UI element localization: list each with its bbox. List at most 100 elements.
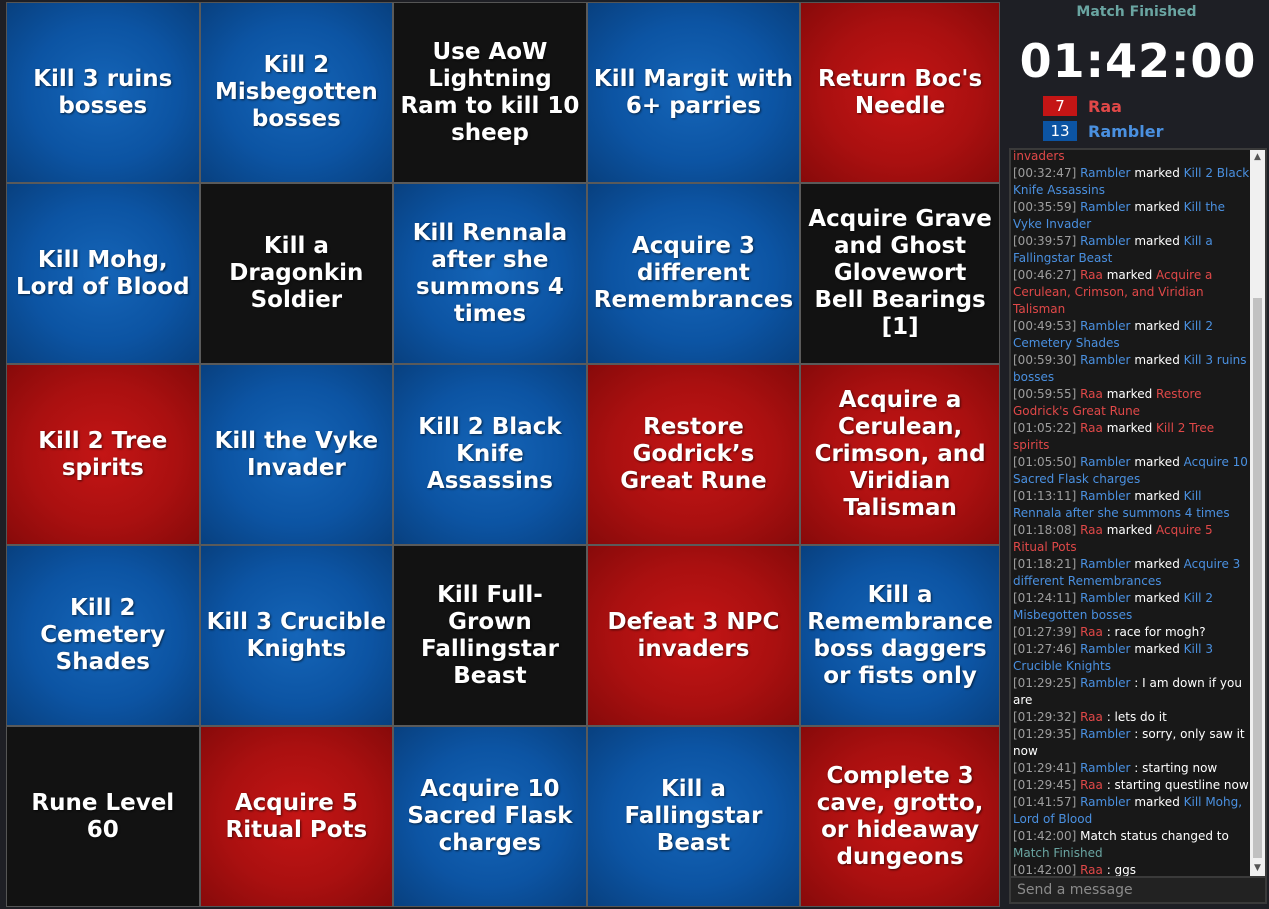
chat-player-name: Rambler	[1080, 642, 1131, 656]
bingo-cell[interactable]: Rune Level 60	[7, 727, 199, 906]
chat-action: marked	[1134, 557, 1180, 571]
chat-action: marked	[1134, 234, 1180, 248]
chat-log[interactable]: invaders [00:32:47] Rambler marked Kill 2…	[1009, 148, 1267, 878]
chat-line: [00:39:57] Rambler marked Kill a Falling…	[1013, 233, 1251, 267]
player-row-raa: 7 Raa	[1043, 96, 1122, 116]
chat-player-name: Rambler	[1080, 727, 1131, 741]
chat-line: [01:24:11] Rambler marked Kill 2 Misbego…	[1013, 590, 1251, 624]
player-name: Rambler	[1088, 121, 1164, 141]
bingo-cell[interactable]: Acquire 5 Ritual Pots	[200, 727, 393, 906]
player-row-rambler: 13 Rambler	[1043, 121, 1163, 141]
chat-line-partial: invaders	[1013, 149, 1065, 163]
bingo-cell[interactable]: Kill the Vyke Invader	[200, 365, 393, 544]
chat-action: marked	[1134, 166, 1180, 180]
chat-timestamp: [01:27:39]	[1013, 625, 1077, 639]
chat-line: [00:49:53] Rambler marked Kill 2 Cemeter…	[1013, 318, 1251, 352]
chat-player-name: Rambler	[1080, 557, 1131, 571]
bingo-cell[interactable]: Kill a Dragonkin Soldier	[200, 184, 393, 363]
chat-player-name: Rambler	[1080, 166, 1131, 180]
bingo-cell[interactable]: Kill 2 Cemetery Shades	[7, 546, 199, 725]
chat-timestamp: [01:24:11]	[1013, 591, 1077, 605]
bingo-cell[interactable]: Return Boc's Needle	[801, 3, 999, 182]
chat-timestamp: [01:13:11]	[1013, 489, 1077, 503]
chat-timestamp: [01:42:00]	[1013, 829, 1077, 843]
chat-message-text: lets do it	[1114, 710, 1167, 724]
match-status: Match Finished	[1076, 4, 1197, 20]
bingo-cell[interactable]: Kill 2 Black Knife Assassins	[394, 365, 586, 544]
bingo-cell[interactable]: Defeat 3 NPC invaders	[587, 546, 800, 725]
bingo-cell[interactable]: Acquire 3 different Remembrances	[587, 184, 800, 363]
chat-line: [01:29:45] Raa : starting questline now	[1013, 778, 1249, 792]
scroll-down-icon[interactable]: ▼	[1250, 861, 1265, 876]
chat-line: [01:29:25] Rambler : I am down if you ar…	[1013, 676, 1242, 707]
bingo-cell[interactable]: Kill 3 ruins bosses	[7, 3, 199, 182]
chat-timestamp: [01:29:32]	[1013, 710, 1077, 724]
bingo-cell[interactable]: Kill 2 Misbegotten bosses	[200, 3, 393, 182]
chat-action: marked	[1106, 268, 1153, 282]
player-score: 7	[1043, 96, 1077, 116]
chat-player-name: Raa	[1080, 778, 1103, 792]
chat-line: [01:42:00] Raa : ggs	[1013, 863, 1137, 877]
match-timer: 01:42:00	[1019, 34, 1257, 88]
chat-action: marked	[1134, 200, 1180, 214]
chat-player-name: Raa	[1080, 625, 1103, 639]
bingo-cell[interactable]: Acquire a Cerulean, Crimson, and Viridia…	[801, 365, 999, 544]
bingo-cell[interactable]: Kill Full-Grown Fallingstar Beast	[394, 546, 586, 725]
bingo-cell[interactable]: Kill a Fallingstar Beast	[587, 727, 800, 906]
bingo-cell[interactable]: Kill 3 Crucible Knights	[200, 546, 393, 725]
chat-line: [01:29:35] Rambler : sorry, only saw it …	[1013, 727, 1245, 758]
chat-timestamp: [00:39:57]	[1013, 234, 1077, 248]
bingo-cell[interactable]: Kill Margit with 6+ parries	[587, 3, 800, 182]
bingo-cell[interactable]: Kill Mohg, Lord of Blood	[7, 184, 199, 363]
chat-timestamp: [01:29:25]	[1013, 676, 1077, 690]
chat-action: marked	[1134, 642, 1180, 656]
chat-action: marked	[1134, 353, 1180, 367]
bingo-cell[interactable]: Complete 3 cave, grotto, or hideaway dun…	[801, 727, 999, 906]
chat-player-name: Rambler	[1080, 489, 1131, 503]
chat-line: [01:42:00] Match status changed to Match…	[1013, 828, 1251, 862]
chat-message-text: ggs	[1114, 863, 1137, 877]
chat-timestamp: [00:32:47]	[1013, 166, 1077, 180]
chat-line: [01:13:11] Rambler marked Kill Rennala a…	[1013, 488, 1251, 522]
bingo-cell[interactable]: Restore Godrick’s Great Rune	[587, 365, 800, 544]
chat-message-text: starting now	[1142, 761, 1218, 775]
chat-action: marked	[1134, 591, 1180, 605]
chat-action: marked	[1106, 387, 1153, 401]
chat-timestamp: [01:27:46]	[1013, 642, 1077, 656]
chat-timestamp: [00:59:30]	[1013, 353, 1077, 367]
bingo-cell[interactable]: Kill Rennala after she summons 4 times	[394, 184, 586, 363]
chat-timestamp: [01:18:21]	[1013, 557, 1077, 571]
chat-status-value: Match Finished	[1013, 846, 1103, 860]
chat-line: [00:59:30] Rambler marked Kill 3 ruins b…	[1013, 352, 1251, 386]
bingo-cell[interactable]: Kill 2 Tree spirits	[7, 365, 199, 544]
player-score: 13	[1043, 121, 1077, 141]
chat-action: marked	[1134, 319, 1180, 333]
player-name: Raa	[1088, 96, 1122, 116]
chat-timestamp: [01:42:00]	[1013, 863, 1077, 877]
bingo-cell[interactable]: Acquire 10 Sacred Flask charges	[394, 727, 586, 906]
chat-timestamp: [01:05:22]	[1013, 421, 1077, 435]
chat-line: [01:18:21] Rambler marked Acquire 3 diff…	[1013, 556, 1251, 590]
chat-timestamp: [00:49:53]	[1013, 319, 1077, 333]
chat-timestamp: [01:29:35]	[1013, 727, 1077, 741]
chat-line: [00:32:47] Rambler marked Kill 2 Black K…	[1013, 165, 1251, 199]
chat-message-input[interactable]	[1009, 878, 1267, 904]
bingo-cell[interactable]: Acquire Grave and Ghost Glovewort Bell B…	[801, 184, 999, 363]
chat-line: [01:41:57] Rambler marked Kill Mohg, Lor…	[1013, 794, 1251, 828]
chat-timestamp: [00:46:27]	[1013, 268, 1077, 282]
chat-message-text: starting questline now	[1114, 778, 1249, 792]
scroll-thumb[interactable]	[1253, 298, 1262, 858]
scroll-up-icon[interactable]: ▲	[1250, 150, 1265, 165]
chat-system-text: Match status changed to	[1080, 829, 1229, 843]
chat-scrollbar[interactable]: ▲ ▼	[1250, 150, 1265, 876]
chat-action: marked	[1106, 421, 1153, 435]
chat-player-name: Rambler	[1080, 795, 1131, 809]
chat-timestamp: [00:59:55]	[1013, 387, 1077, 401]
chat-line: [00:46:27] Raa marked Acquire a Cerulean…	[1013, 267, 1251, 318]
chat-line: [01:27:39] Raa : race for mogh?	[1013, 625, 1206, 639]
chat-action: marked	[1134, 455, 1180, 469]
bingo-cell[interactable]: Kill a Remembrance boss daggers or fists…	[801, 546, 999, 725]
chat-player-name: Raa	[1080, 710, 1103, 724]
chat-timestamp: [01:29:45]	[1013, 778, 1077, 792]
bingo-cell[interactable]: Use AoW Lightning Ram to kill 10 sheep	[394, 3, 586, 182]
